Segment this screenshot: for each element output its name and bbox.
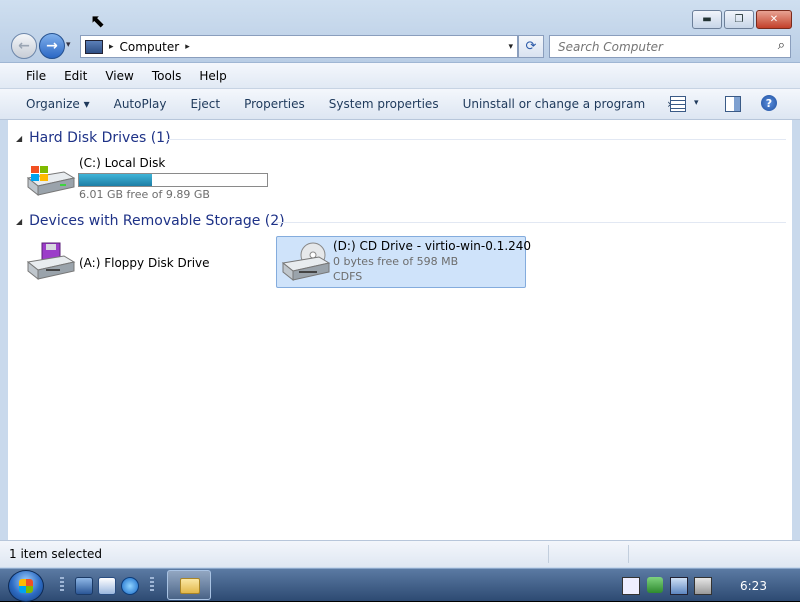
address-bar[interactable]: ▸ Computer ▸ ▾ [80, 35, 518, 58]
drive-d-info: 0 bytes free of 598 MB [333, 255, 459, 268]
change-view-icon[interactable] [670, 96, 686, 112]
group-title: Devices with Removable Storage (2) [29, 213, 285, 229]
view-options-dropdown[interactable]: ▾ [694, 98, 699, 108]
drive-c-info: 6.01 GB free of 9.89 GB [79, 188, 210, 201]
group-title: Hard Disk Drives (1) [29, 130, 171, 146]
system-properties-button[interactable]: System properties [317, 97, 451, 111]
switch-windows-icon[interactable] [98, 577, 116, 595]
breadcrumb-separator[interactable]: ▸ [109, 42, 114, 52]
network-icon[interactable] [670, 577, 688, 595]
drive-c[interactable]: (C:) Local Disk 6.01 GB free of 9.89 GB [22, 154, 272, 204]
drive-d[interactable]: (D:) CD Drive - virtio-win-0.1.240 0 byt… [276, 236, 531, 288]
taskbar: 6:23 [0, 568, 800, 602]
hard-disk-icon [26, 166, 76, 197]
menu-edit[interactable]: Edit [56, 69, 95, 83]
clock[interactable]: 6:23 [740, 579, 767, 593]
properties-button[interactable]: Properties [232, 97, 317, 111]
menu-view[interactable]: View [97, 69, 141, 83]
start-button[interactable] [8, 570, 44, 602]
menu-tools[interactable]: Tools [144, 69, 190, 83]
windows-logo-icon [19, 579, 33, 593]
taskbar-explorer-button[interactable] [167, 570, 211, 600]
minimize-button[interactable]: ▬ [692, 10, 722, 29]
folder-icon [180, 578, 200, 594]
drive-c-usage-fill [79, 174, 153, 186]
drive-c-usage-bar [78, 173, 268, 187]
address-dropdown-icon[interactable]: ▾ [508, 42, 513, 52]
uninstall-program-button[interactable]: Uninstall or change a program [451, 97, 658, 111]
search-box[interactable]: ⌕ [549, 35, 791, 58]
group-removable-storage[interactable]: ◢ Devices with Removable Storage (2) [16, 213, 285, 229]
refresh-button[interactable]: ⟳ [518, 35, 544, 58]
clipboard-tray-icon[interactable] [622, 577, 640, 595]
taskbar-grip[interactable] [60, 577, 64, 593]
caption-buttons: ▬ ❐ ✕ [692, 10, 792, 29]
breadcrumb-computer[interactable]: Computer [120, 40, 180, 54]
organize-button[interactable]: Organize ▾ [14, 97, 102, 111]
help-icon[interactable]: ? [761, 95, 777, 111]
autoplay-button[interactable]: AutoPlay [102, 97, 179, 111]
explorer-window: ▬ ❐ ✕ ← → ▾ ▸ Computer ▸ ▾ ⟳ ⌕ File Edit… [0, 0, 800, 568]
computer-icon [85, 39, 103, 54]
recent-pages-dropdown[interactable]: ▾ [66, 40, 71, 50]
status-divider [628, 545, 629, 563]
menu-help[interactable]: Help [191, 69, 234, 83]
status-text: 1 item selected [9, 547, 103, 561]
title-bar: ▬ ❐ ✕ ← → ▾ ▸ Computer ▸ ▾ ⟳ ⌕ [0, 0, 800, 63]
action-center-icon[interactable] [647, 577, 663, 593]
drive-a[interactable]: (A:) Floppy Disk Drive [22, 240, 252, 286]
collapse-icon[interactable]: ◢ [16, 217, 22, 226]
drive-c-name: (C:) Local Disk [79, 156, 166, 170]
status-bar: 1 item selected [0, 540, 800, 567]
drive-d-filesystem: CDFS [333, 270, 363, 283]
drive-d-name: (D:) CD Drive - virtio-win-0.1.240 [333, 239, 532, 253]
menu-file[interactable]: File [18, 69, 54, 83]
internet-explorer-icon[interactable] [121, 577, 139, 595]
status-divider [548, 545, 549, 563]
mouse-cursor-icon: ⬉ [90, 11, 106, 32]
menu-bar: File Edit View Tools Help [0, 63, 800, 89]
show-desktop-icon[interactable] [75, 577, 93, 595]
back-button[interactable]: ← [11, 33, 37, 59]
group-divider [168, 139, 786, 140]
floppy-drive-icon [26, 242, 76, 281]
volume-muted-icon[interactable] [694, 577, 712, 595]
cd-drive-icon [281, 242, 331, 282]
taskbar-grip[interactable] [150, 577, 154, 593]
search-input[interactable] [556, 38, 770, 55]
forward-button[interactable]: → [39, 33, 65, 59]
drive-a-name: (A:) Floppy Disk Drive [79, 256, 210, 270]
maximize-button[interactable]: ❐ [724, 10, 754, 29]
preview-pane-icon[interactable] [725, 96, 741, 112]
eject-button[interactable]: Eject [179, 97, 233, 111]
search-icon[interactable]: ⌕ [778, 38, 785, 53]
breadcrumb-separator-trailing[interactable]: ▸ [185, 42, 190, 52]
collapse-icon[interactable]: ◢ [16, 134, 22, 143]
content-pane: ◢ Hard Disk Drives (1) (C:) Local Disk 6… [8, 120, 792, 540]
group-hard-disk-drives[interactable]: ◢ Hard Disk Drives (1) [16, 130, 171, 146]
close-button[interactable]: ✕ [756, 10, 792, 29]
group-divider [276, 222, 786, 223]
